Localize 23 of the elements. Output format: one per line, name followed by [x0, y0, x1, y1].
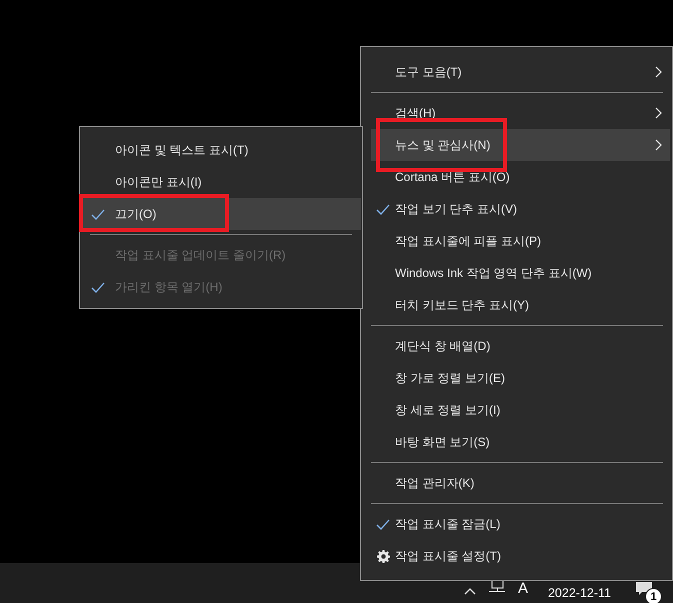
menu-item[interactable]: 아이콘만 표시(I) — [80, 166, 361, 198]
menu-item[interactable]: 뉴스 및 관심사(N) — [371, 129, 670, 161]
menu-item[interactable]: 터치 키보드 단추 표시(Y) — [371, 289, 670, 321]
notification-badge: 1 — [645, 588, 662, 603]
menu-item[interactable]: 작업 표시줄 설정(T) — [371, 540, 670, 572]
menu-item[interactable]: 끄기(O) — [80, 198, 361, 230]
menu-item[interactable]: 창 가로 정렬 보기(E) — [371, 362, 670, 394]
input-method-indicator[interactable]: A — [518, 581, 528, 596]
menu-item[interactable]: 아이콘 및 텍스트 표시(T) — [80, 134, 361, 166]
menu-item[interactable]: Cortana 버튼 표시(O) — [371, 161, 670, 193]
menu-item[interactable]: Windows Ink 작업 영역 단추 표시(W) — [371, 257, 670, 289]
clock-date[interactable]: 2022-12-11 — [548, 586, 611, 600]
menu-item[interactable]: 바탕 화면 보기(S) — [371, 426, 670, 458]
menu-item[interactable]: 창 세로 정렬 보기(I) — [371, 394, 670, 426]
menu-item[interactable]: 작업 표시줄에 피플 표시(P) — [371, 225, 670, 257]
menu-item[interactable]: 계단식 창 배열(D) — [371, 330, 670, 362]
notification-icon[interactable] — [635, 581, 653, 597]
menu-item[interactable]: 작업 관리자(K) — [371, 467, 670, 499]
settings-icon — [376, 550, 390, 562]
menu-item[interactable]: 작업 표시줄 잠금(L) — [371, 508, 670, 540]
menu-item[interactable]: 도구 모음(T) — [371, 56, 670, 88]
menu-item[interactable]: 작업 보기 단추 표시(V) — [371, 193, 670, 225]
caret-up-icon[interactable] — [464, 587, 476, 595]
